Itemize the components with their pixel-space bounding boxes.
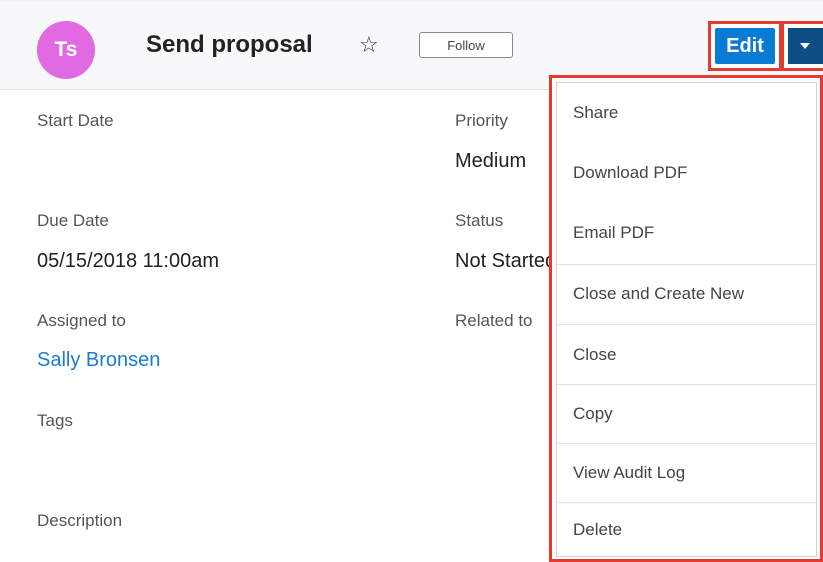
menu-item-view-audit-log[interactable]: View Audit Log <box>557 444 816 502</box>
follow-button[interactable]: Follow <box>419 32 513 58</box>
menu-item-email-pdf[interactable]: Email PDF <box>557 203 816 263</box>
menu-item-close-and-create-new[interactable]: Close and Create New <box>557 265 816 323</box>
edit-button-highlight: Edit <box>708 21 782 71</box>
caret-down-icon <box>800 43 810 49</box>
edit-button[interactable]: Edit <box>715 28 775 64</box>
menu-item-close[interactable]: Close <box>557 325 816 384</box>
start-date-label: Start Date <box>37 111 114 130</box>
star-icon[interactable]: ☆ <box>359 31 379 59</box>
menu-item-delete[interactable]: Delete <box>557 503 816 557</box>
description-label: Description <box>37 511 123 530</box>
related-to-label: Related to <box>455 311 533 330</box>
menu-item-download-pdf[interactable]: Download PDF <box>557 143 816 202</box>
record-title: Send proposal <box>146 31 313 58</box>
status-value[interactable]: Not Started <box>455 250 556 273</box>
assigned-to-label: Assigned to <box>37 311 126 330</box>
due-date-value[interactable]: 05/15/2018 11:00am <box>37 250 219 273</box>
actions-menu: Share Download PDF Email PDF Close and C… <box>556 82 817 557</box>
status-label: Status <box>455 211 504 230</box>
menu-item-copy[interactable]: Copy <box>557 385 816 443</box>
avatar: Ts <box>37 21 95 79</box>
menu-item-share[interactable]: Share <box>557 83 816 142</box>
priority-label: Priority <box>455 111 508 130</box>
actions-dropdown-button[interactable] <box>788 28 823 64</box>
tags-label: Tags <box>37 411 73 430</box>
priority-value[interactable]: Medium <box>455 150 526 173</box>
due-date-label: Due Date <box>37 211 109 230</box>
assigned-user-link[interactable]: Sally Bronsen <box>37 349 160 372</box>
actions-toggle-highlight <box>781 21 823 71</box>
actions-menu-highlight: Share Download PDF Email PDF Close and C… <box>549 75 823 562</box>
top-divider <box>0 0 823 2</box>
